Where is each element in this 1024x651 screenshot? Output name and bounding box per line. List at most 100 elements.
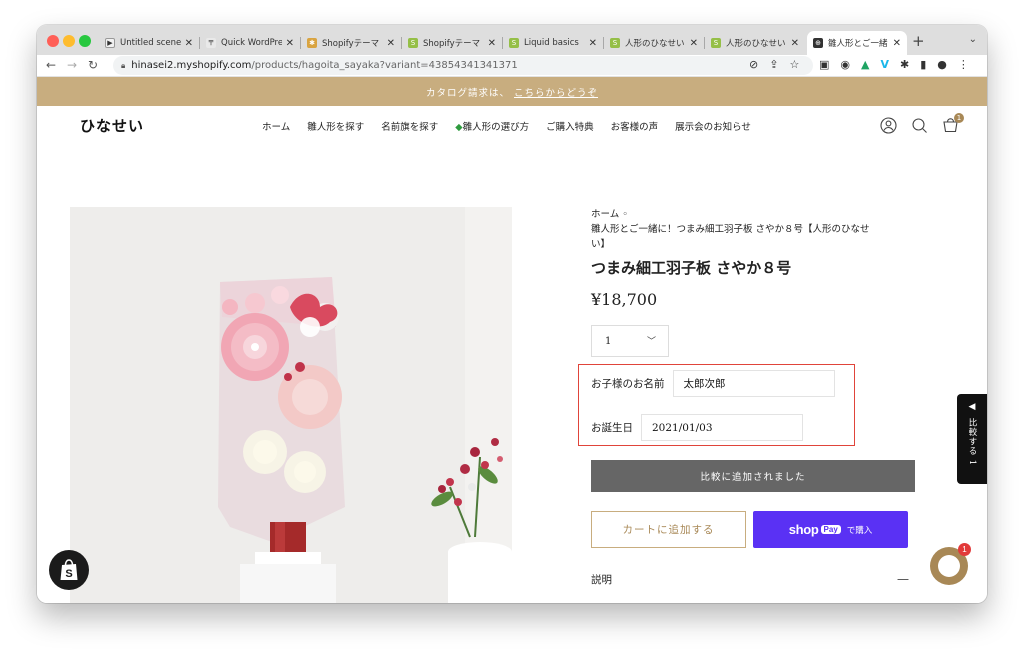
forward-arrow-icon[interactable]: → [67, 58, 77, 72]
close-window-button[interactable] [47, 35, 59, 47]
shopify-favicon-icon: S [408, 38, 418, 48]
shopify-bag-button[interactable]: S [49, 550, 89, 590]
lock-icon: 🔒︎ [121, 60, 126, 70]
shop-pay-logo-shop: shop [788, 522, 819, 537]
product-title: つまみ細工羽子板 さやか８号 [591, 259, 792, 277]
close-tab-icon[interactable]: ✕ [387, 38, 395, 49]
share-icon[interactable]: ⇪ [769, 58, 778, 71]
nav-item-exhibitions[interactable]: 展示会のお知らせ [675, 119, 751, 133]
extension-icon[interactable]: ▣ [819, 58, 829, 71]
address-bar[interactable]: 🔒︎ hinasei2.myshopify.com/products/hagoi… [113, 56, 813, 75]
caret-left-icon: ◀ [968, 402, 976, 412]
sidebar-icon[interactable]: ▮ [920, 58, 926, 71]
description-accordion[interactable]: 説明 — [591, 572, 909, 587]
cart-count-badge: 1 [954, 113, 964, 123]
vimeo-icon[interactable]: V [880, 58, 889, 71]
breadcrumb: ホーム ◦ 雛人形とご一緒に！つまみ細工羽子板 さやか８号【人形のひなせ い】 [591, 207, 921, 252]
browser-tab[interactable]: 〒 Quick WordPre ✕ [200, 31, 300, 55]
tab-favicon-icon: ▶ [105, 38, 115, 48]
child-name-input[interactable]: 太郎次郎 [672, 370, 835, 397]
browser-tab[interactable]: S Liquid basics ✕ [503, 31, 603, 55]
nav-item-name-flags[interactable]: 名前旗を探す [381, 119, 438, 133]
product-info: ホーム ◦ 雛人形とご一緒に！つまみ細工羽子板 さやか８号【人形のひなせ い】 … [591, 207, 921, 357]
add-to-cart-button[interactable]: カートに追加する [591, 511, 746, 548]
quantity-select[interactable]: 1 ﹀ [591, 325, 669, 357]
browser-tab[interactable]: ✱ Shopifyテーマ ✕ [301, 31, 401, 55]
shopify-favicon-icon: S [509, 38, 519, 48]
drive-icon[interactable]: ▲ [861, 58, 869, 71]
nav-item-how-to-choose[interactable]: ◆雛人形の選び方 [455, 119, 529, 133]
nav-item-label: 雛人形の選び方 [462, 122, 530, 133]
extension-icon[interactable]: ◉ [840, 58, 850, 71]
tab-favicon-icon: 〒 [206, 38, 216, 48]
close-tab-icon[interactable]: ✕ [690, 38, 698, 49]
nav-item-purchase-benefits[interactable]: ご購入特典 [546, 119, 594, 133]
tab-title: 人形のひなせい [625, 39, 685, 49]
extensions-bar: ▣ ◉ ▲ V ✱ ▮ ● ⋮ [819, 58, 969, 71]
compare-drawer-tab[interactable]: ◀ 比較する 1 [957, 394, 987, 484]
site-header: ひなせい ホーム 雛人形を探す 名前旗を探す ◆雛人形の選び方 ご購入特典 お客… [37, 106, 987, 147]
profile-avatar[interactable]: ● [937, 58, 947, 71]
minimize-window-button[interactable] [63, 35, 75, 47]
compare-tab-label: 比較する 1 [966, 418, 978, 466]
product-image[interactable] [70, 207, 512, 603]
search-icon[interactable] [911, 117, 928, 134]
account-icon[interactable] [880, 117, 897, 134]
svg-text:S: S [65, 568, 72, 580]
tab-favicon-icon: ✱ [307, 38, 317, 48]
browser-toolbar: ← → ↻ 🔒︎ hinasei2.myshopify.com/products… [37, 55, 987, 77]
zoom-window-button[interactable] [79, 35, 91, 47]
cart-icon[interactable]: 1 [942, 113, 964, 134]
back-arrow-icon[interactable]: ← [46, 58, 56, 72]
close-tab-icon[interactable]: ✕ [286, 38, 294, 49]
collapse-minus-icon[interactable]: — [897, 572, 909, 586]
browser-tab-active[interactable]: ⊕ 雛人形とご一緒 ✕ [807, 31, 907, 55]
globe-icon: ⊕ [813, 38, 823, 48]
compare-tab-text: 比較する [967, 418, 977, 456]
description-label: 説明 [591, 574, 612, 586]
new-tab-button[interactable]: + [912, 32, 925, 50]
browser-tab[interactable]: ▶ Untitled scene ✕ [99, 31, 199, 55]
web-page: カタログ請求は、 こちらからどうぞ ひなせい ホーム 雛人形を探す 名前旗を探す… [37, 77, 987, 603]
tab-title: 人形のひなせい [726, 39, 786, 49]
child-name-value: 太郎次郎 [683, 378, 726, 390]
browser-tab[interactable]: S Shopifyテーマ ✕ [402, 31, 502, 55]
birthday-input[interactable]: 2021/01/03 [641, 414, 803, 441]
bookmark-star-icon[interactable]: ☆ [789, 58, 799, 71]
breadcrumb-home[interactable]: ホーム [591, 209, 619, 220]
chevron-down-icon: ﹀ [646, 337, 656, 347]
main-nav: ホーム 雛人形を探す 名前旗を探す ◆雛人形の選び方 ご購入特典 お客様の声 展… [262, 119, 751, 133]
beginner-mark-icon: ◆ [455, 122, 463, 133]
chat-widget-button[interactable]: 1 [930, 543, 971, 585]
birthday-row: お誕生日 2021/01/03 [591, 414, 803, 441]
hide-eye-icon[interactable]: ⊘ [749, 58, 758, 71]
close-tab-icon[interactable]: ✕ [791, 38, 799, 49]
tab-search-chevron-icon[interactable]: ⌄ [969, 34, 977, 45]
child-name-label: お子様のお名前 [591, 378, 665, 390]
breadcrumb-separator: ◦ [622, 209, 628, 220]
nav-item-reviews[interactable]: お客様の声 [611, 119, 659, 133]
browser-tab[interactable]: S 人形のひなせい ✕ [705, 31, 805, 55]
nav-item-hina-dolls[interactable]: 雛人形を探す [307, 119, 364, 133]
announcement-bar: カタログ請求は、 こちらからどうぞ [37, 77, 987, 106]
shop-pay-button[interactable]: shop Pay で購入 [753, 511, 908, 548]
product-price: ¥18,700 [591, 290, 658, 309]
birthday-label: お誕生日 [591, 422, 633, 434]
shopify-favicon-icon: S [711, 38, 721, 48]
close-tab-icon[interactable]: ✕ [893, 38, 901, 49]
menu-kebab-icon[interactable]: ⋮ [958, 58, 969, 71]
nav-item-home[interactable]: ホーム [262, 119, 290, 133]
catalog-link[interactable]: こちらからどうぞ [514, 85, 598, 99]
url-path: /products/hagoita_sayaka?variant=4385434… [251, 60, 518, 71]
compare-tab-count: 1 [967, 459, 977, 467]
site-logo[interactable]: ひなせい [80, 115, 144, 136]
url-host: hinasei2.myshopify.com [131, 60, 252, 71]
puzzle-icon[interactable]: ✱ [900, 58, 909, 71]
browser-tab[interactable]: S 人形のひなせい ✕ [604, 31, 704, 55]
close-tab-icon[interactable]: ✕ [589, 38, 597, 49]
shop-pay-logo-pay: Pay [820, 525, 841, 534]
close-tab-icon[interactable]: ✕ [185, 38, 193, 49]
close-tab-icon[interactable]: ✕ [488, 38, 496, 49]
reload-icon[interactable]: ↻ [88, 58, 98, 72]
compare-added-button[interactable]: 比較に追加されました [591, 460, 915, 492]
